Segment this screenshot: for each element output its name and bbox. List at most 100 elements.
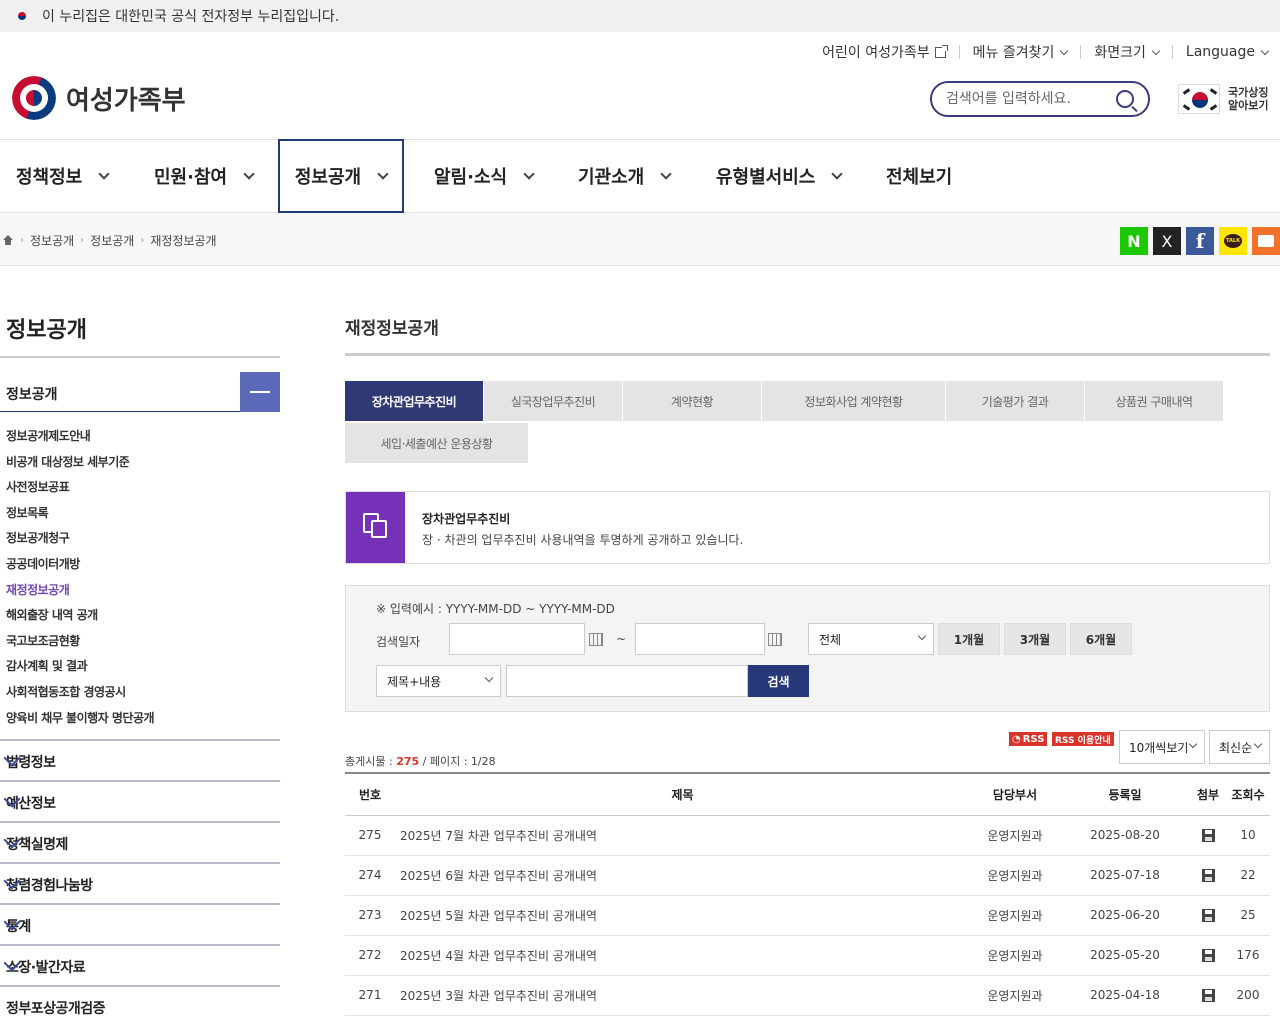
- naver-share-icon[interactable]: N: [1120, 227, 1148, 255]
- three-month-button[interactable]: 3개월: [1004, 623, 1066, 655]
- sidebar-item[interactable]: 비공개 대상정보 세부기준: [6, 453, 154, 479]
- chevron-down-icon: [1188, 739, 1198, 749]
- table-row: 271 2025년 3월 차관 업무추진비 공개내역 운영지원과 2025-04…: [345, 975, 1270, 1015]
- one-month-button[interactable]: 1개월: [938, 623, 1000, 655]
- print-icon[interactable]: [1252, 227, 1280, 255]
- gnb-services[interactable]: 유형별서비스: [716, 140, 844, 212]
- save-disk-icon[interactable]: [1201, 829, 1215, 842]
- search-form: ※ 입력예시 : YYYY-MM-DD ~ YYYY-MM-DD 검색일자 ~ …: [345, 585, 1270, 712]
- six-month-button[interactable]: 6개월: [1070, 623, 1132, 655]
- rss-guide-button[interactable]: RSS 이용안내: [1052, 732, 1114, 746]
- gnb-label: 기관소개: [578, 167, 645, 188]
- row-title-link[interactable]: 2025년 3월 차관 업무추진비 공개내역: [395, 975, 970, 1015]
- x-share-icon[interactable]: X: [1153, 227, 1181, 255]
- end-date-input[interactable]: [635, 623, 765, 655]
- language-dropdown[interactable]: Language: [1173, 44, 1270, 60]
- breadcrumb-item[interactable]: 재정정보공개: [150, 232, 216, 249]
- sidebar-item[interactable]: 정보공개제도안내: [6, 427, 154, 453]
- tab-contracts[interactable]: 계약현황: [623, 381, 761, 421]
- gnb-label: 정책정보: [16, 167, 83, 188]
- table-row: 273 2025년 5월 차관 업무추진비 공개내역 운영지원과 2025-06…: [345, 895, 1270, 935]
- chevron-right-icon: ›: [80, 235, 85, 246]
- row-date: 2025-07-18: [1090, 868, 1160, 882]
- rss-button[interactable]: ◔ RSS: [1009, 732, 1048, 746]
- sidebar-section-header[interactable]: 정보공개: [0, 372, 280, 412]
- row-title-link[interactable]: 2025년 7월 차관 업무추진비 공개내역: [395, 815, 970, 855]
- sidebar-category[interactable]: 정부포상공개검증: [0, 985, 280, 1024]
- gnb-label: 정보공개: [294, 167, 362, 188]
- row-views: 200: [1236, 988, 1260, 1002]
- tab-it-contracts[interactable]: 정보화사업 계약현황: [762, 381, 945, 421]
- sidebar-item[interactable]: 국고보조금현황: [6, 632, 154, 658]
- row-title-link[interactable]: 2025년 4월 차관 업무추진비 공개내역: [395, 935, 970, 975]
- gnb-news[interactable]: 알림·소식: [434, 140, 535, 212]
- row-date: 2025-08-20: [1090, 828, 1160, 842]
- chevron-down-icon: [243, 167, 255, 180]
- row-dept: 운영지원과: [987, 828, 1043, 843]
- column-header: 조회수: [1231, 787, 1265, 802]
- save-disk-icon[interactable]: [1201, 909, 1215, 922]
- sidebar-item[interactable]: 공공데이터개방: [6, 555, 154, 581]
- kids-link[interactable]: 어린이 여성가족부: [809, 42, 959, 62]
- breadcrumb-item[interactable]: 정보공개: [30, 232, 74, 249]
- gnb-about[interactable]: 기관소개: [578, 140, 672, 212]
- gnb-all[interactable]: 전체보기: [886, 140, 952, 212]
- tab-tech-evaluation[interactable]: 기술평가 결과: [946, 381, 1084, 421]
- gnb-policy[interactable]: 정책정보: [16, 140, 110, 212]
- sidebar-category[interactable]: 소장·발간자료: [0, 944, 280, 985]
- korea-flag-icon: [1178, 84, 1220, 114]
- tab-budget-status[interactable]: 세입·세출예산 운용상황: [345, 423, 528, 463]
- sidebar-category[interactable]: 법령정보: [0, 739, 280, 780]
- site-logo[interactable]: 여성가족부: [12, 76, 186, 120]
- facebook-share-icon[interactable]: f: [1186, 227, 1214, 255]
- gnb-civil[interactable]: 민원·참여: [154, 140, 255, 212]
- sidebar-item[interactable]: 사전정보공표: [6, 478, 154, 504]
- row-number: 273: [358, 908, 382, 922]
- tab-gift-voucher[interactable]: 상품권 구매내역: [1085, 381, 1223, 421]
- sidebar-item-current[interactable]: 재정정보공개: [6, 581, 154, 607]
- national-symbols-link[interactable]: 국가상징 알아보기: [1178, 84, 1268, 114]
- row-title-link[interactable]: 2025년 6월 차관 업무추진비 공개내역: [395, 855, 970, 895]
- save-disk-icon[interactable]: [1201, 989, 1215, 1002]
- share-buttons: N X f TALK: [1120, 227, 1280, 255]
- tab-minister-expenses[interactable]: 장차관업무추진비: [345, 381, 483, 421]
- search-button[interactable]: 검색: [748, 665, 809, 697]
- gnb-label: 전체보기: [886, 167, 953, 188]
- keyword-input[interactable]: [506, 665, 748, 697]
- row-title-link[interactable]: 2025년 5월 차관 업무추진비 공개내역: [395, 895, 970, 935]
- sidebar-category[interactable]: 예산정보: [0, 780, 280, 821]
- search-icon[interactable]: [1116, 90, 1134, 108]
- start-date-input[interactable]: [449, 623, 585, 655]
- favorites-dropdown[interactable]: 메뉴 즐겨찾기: [960, 42, 1081, 62]
- sidebar-item[interactable]: 사회적협동조합 경영공시: [6, 683, 154, 709]
- sidebar-category[interactable]: 청렴경험나눔방: [0, 862, 280, 903]
- search-input[interactable]: [946, 91, 1106, 107]
- tab-director-expenses[interactable]: 실국장업무추진비: [484, 381, 622, 421]
- home-icon[interactable]: [2, 235, 14, 246]
- screen-size-dropdown[interactable]: 화면크기: [1081, 42, 1172, 62]
- sidebar-item[interactable]: 해외출장 내역 공개: [6, 606, 154, 632]
- breadcrumb-item[interactable]: 정보공개: [90, 232, 134, 249]
- sort-select[interactable]: 최신순: [1209, 730, 1270, 764]
- sidebar-item[interactable]: 정보공개청구: [6, 529, 154, 555]
- national-line2: 알아보기: [1228, 99, 1269, 112]
- collapse-minus-icon[interactable]: [240, 372, 280, 412]
- gnb-info-disclosure[interactable]: 정보공개: [278, 139, 404, 213]
- row-attachment: [1190, 975, 1226, 1015]
- chevron-down-icon: [377, 167, 389, 180]
- kakao-share-icon[interactable]: TALK: [1219, 227, 1247, 255]
- period-select[interactable]: 전체: [808, 623, 934, 655]
- row-attachment: [1190, 815, 1226, 855]
- sidebar-item[interactable]: 감사계획 및 결과: [6, 657, 154, 683]
- sidebar-item[interactable]: 양육비 채무 불이행자 명단공개: [6, 709, 155, 735]
- calendar-icon[interactable]: [768, 633, 782, 646]
- sidebar-submenu: 정보공개제도안내 비공개 대상정보 세부기준 사전정보공표 정보목록 정보공개청…: [6, 427, 155, 735]
- per-page-select[interactable]: 10개씩보기: [1119, 730, 1205, 764]
- search-field-select[interactable]: 제목+내용: [376, 665, 501, 697]
- sidebar-item[interactable]: 정보목록: [6, 504, 154, 530]
- save-disk-icon[interactable]: [1201, 869, 1215, 882]
- sidebar-category[interactable]: 정책실명제: [0, 821, 280, 862]
- calendar-icon[interactable]: [589, 633, 603, 646]
- sidebar-category[interactable]: 통계: [0, 903, 280, 944]
- save-disk-icon[interactable]: [1201, 949, 1215, 962]
